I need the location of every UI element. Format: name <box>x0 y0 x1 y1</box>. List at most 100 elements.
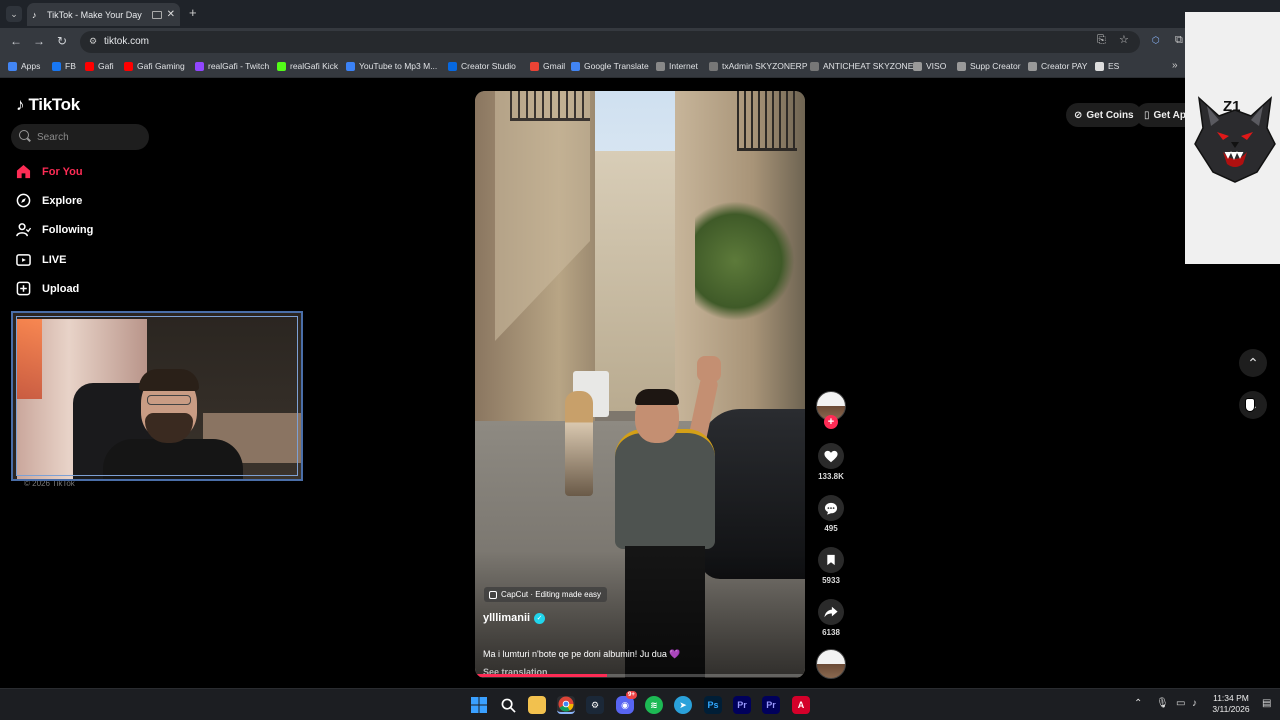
nav-label: Explore <box>42 194 83 207</box>
bookmark-item[interactable]: Gafi Gaming <box>124 61 185 71</box>
browser-tab-tiktok[interactable]: ♪ TikTok - Make Your Day ✕ <box>27 3 180 26</box>
bookmark-item[interactable]: ES <box>1095 61 1119 71</box>
get-app-button[interactable]: ▯ Get Ap <box>1136 103 1185 127</box>
notification-bell-icon[interactable]: ▤ <box>1262 698 1271 709</box>
forward-arrow-icon[interactable]: → <box>33 34 45 48</box>
tray-overflow-chevron-icon[interactable]: ⌃ <box>1134 698 1142 709</box>
steam-icon[interactable]: ⚙ <box>586 696 604 714</box>
like-heart-icon[interactable] <box>818 443 844 469</box>
bookmark-item[interactable]: Gafi <box>85 61 114 71</box>
bookmark-item[interactable]: realGafi - Twitch <box>195 61 269 71</box>
bookmark-label: ES <box>1108 61 1120 71</box>
bookmark-item[interactable]: Creator Studio <box>448 61 516 71</box>
telegram-icon[interactable]: ➤ <box>674 696 692 714</box>
video-progress-bar[interactable] <box>475 674 805 677</box>
video-player[interactable]: CapCut · Editing made easy ylllimanii ✓ … <box>475 91 805 678</box>
bookmark-favicon-icon <box>195 61 204 71</box>
discord-icon[interactable]: 9+ ◉ <box>616 691 637 714</box>
tab-media-icon[interactable] <box>151 10 162 19</box>
photoshop-icon[interactable]: Ps <box>704 696 722 714</box>
webcam-frame-border <box>16 316 298 476</box>
search-input[interactable] <box>37 129 142 145</box>
follow-plus-button[interactable]: + <box>824 415 838 429</box>
webcam-overlay <box>11 311 303 481</box>
address-bar[interactable]: ⚙ tiktok.com <box>80 31 1140 53</box>
windows-start-icon[interactable] <box>470 696 488 714</box>
adobe-creative-cloud-icon[interactable]: A <box>792 696 810 714</box>
taskbar-clock[interactable]: 11:34 PM 3/11/2026 <box>1206 693 1256 715</box>
premiere-pro-icon[interactable]: Pr <box>733 696 751 714</box>
install-app-icon[interactable]: ⎘ <box>1097 34 1106 46</box>
bookmark-label: Gmail <box>543 61 566 71</box>
bookmark-favicon-icon <box>448 61 457 71</box>
bookmark-item[interactable]: Google Translate <box>571 61 649 71</box>
bookmark-item[interactable]: Creator PAY <box>1028 61 1087 71</box>
bookmark-label: Creator PAY <box>1041 61 1088 71</box>
save-count: 5933 <box>822 576 840 585</box>
search-box[interactable] <box>11 124 149 150</box>
bookmark-item[interactable]: Apps <box>8 61 40 71</box>
tiktok-note-icon: ♪ <box>16 95 25 114</box>
extension-icon[interactable]: ⬡ <box>1152 34 1160 46</box>
tab-title: TikTok - Make Your Day <box>47 9 142 20</box>
address-url[interactable]: tiktok.com <box>104 36 149 47</box>
video-author[interactable]: ylllimanii ✓ <box>483 612 546 624</box>
capcut-tag[interactable]: CapCut · Editing made easy <box>484 587 608 602</box>
bookmark-item[interactable]: ANTICHEAT SKYZONE <box>810 61 913 71</box>
bookmark-item[interactable]: Supp Creator <box>957 61 1021 71</box>
bookmark-item[interactable]: Gmail <box>530 61 565 71</box>
caption-text: Ma i lumturi n'bote qe pe doni albumin! … <box>483 649 667 659</box>
author-username[interactable]: ylllimanii <box>483 612 530 624</box>
tiktok-logo[interactable]: ♪ TikTok <box>16 95 80 115</box>
bookmark-item[interactable]: VISO <box>913 61 946 71</box>
network-icon[interactable]: ▭ <box>1176 698 1185 709</box>
file-explorer-icon[interactable] <box>528 696 546 714</box>
home-icon <box>16 164 31 179</box>
tab-close-icon[interactable]: ✕ <box>167 9 175 20</box>
bookmark-favicon-icon <box>1028 61 1037 71</box>
site-info-icon[interactable]: ⚙ <box>89 36 97 47</box>
nav-item-upload[interactable]: Upload <box>16 281 79 296</box>
bookmark-item[interactable]: Internet <box>656 61 698 71</box>
volume-icon[interactable]: ♪ <box>1192 698 1197 709</box>
bookmark-item[interactable]: realGafi Kick <box>277 61 338 71</box>
bookmark-label: Supp Creator <box>970 61 1021 71</box>
spotify-icon[interactable]: ≋ <box>645 696 663 714</box>
bookmark-item[interactable]: txAdmin SKYZONERP <box>709 61 808 71</box>
nav-label: LIVE <box>42 253 67 266</box>
extensions-puzzle-icon[interactable]: ⧉ <box>1175 34 1183 46</box>
video-frame-balcony <box>510 91 590 121</box>
bookmarks-overflow-icon[interactable]: » <box>1172 60 1178 71</box>
nav-item-explore[interactable]: Explore <box>16 193 82 208</box>
music-disc-avatar[interactable] <box>816 649 846 679</box>
premiere-pro-second-icon[interactable]: Pr <box>762 696 780 714</box>
nav-item-following[interactable]: Following <box>16 222 93 237</box>
comment-bubble-icon[interactable] <box>818 495 844 521</box>
bookmark-star-icon[interactable]: ☆ <box>1119 34 1129 46</box>
bookmark-favicon-icon <box>656 61 665 71</box>
clock-date: 3/11/2026 <box>1212 704 1250 714</box>
tab-search-button[interactable]: ⌄ <box>6 6 22 22</box>
reload-icon[interactable]: ↻ <box>57 34 67 48</box>
get-coins-button[interactable]: ⊘ Get Coins <box>1066 103 1142 127</box>
nav-item-live[interactable]: LIVE <box>16 252 66 267</box>
bookmark-favicon-icon <box>277 61 286 71</box>
bookmark-item[interactable]: FB <box>52 61 76 71</box>
nav-item-for-you[interactable]: For You <box>16 164 83 179</box>
back-arrow-icon[interactable]: ← <box>10 34 22 48</box>
share-arrow-icon[interactable] <box>818 599 844 625</box>
bookmark-item[interactable]: YouTube to Mp3 M... <box>346 61 437 71</box>
bookmark-favicon-icon <box>530 61 539 71</box>
bookmark-icon[interactable] <box>818 547 844 573</box>
video-caption: Ma i lumturi n'bote qe pe doni albumin! … <box>483 649 681 660</box>
bookmark-favicon-icon <box>52 61 61 71</box>
microphone-icon[interactable]: 🎙 <box>1156 698 1169 709</box>
like-count: 133.8K <box>818 472 844 481</box>
search-taskbar-icon[interactable] <box>499 696 517 714</box>
previous-video-chevron-up-icon[interactable]: ⌃ <box>1239 349 1267 377</box>
new-tab-button[interactable]: + <box>189 6 197 20</box>
chrome-icon[interactable] <box>557 696 575 714</box>
windows-taskbar: ⚙ 9+ ◉ ≋ ➤ Ps Pr Pr A ⌃ 🎙 ▭ ♪ 11:34 PM 3… <box>0 688 1280 720</box>
capcut-label: CapCut · Editing made easy <box>501 590 602 599</box>
capcut-icon <box>489 590 497 599</box>
